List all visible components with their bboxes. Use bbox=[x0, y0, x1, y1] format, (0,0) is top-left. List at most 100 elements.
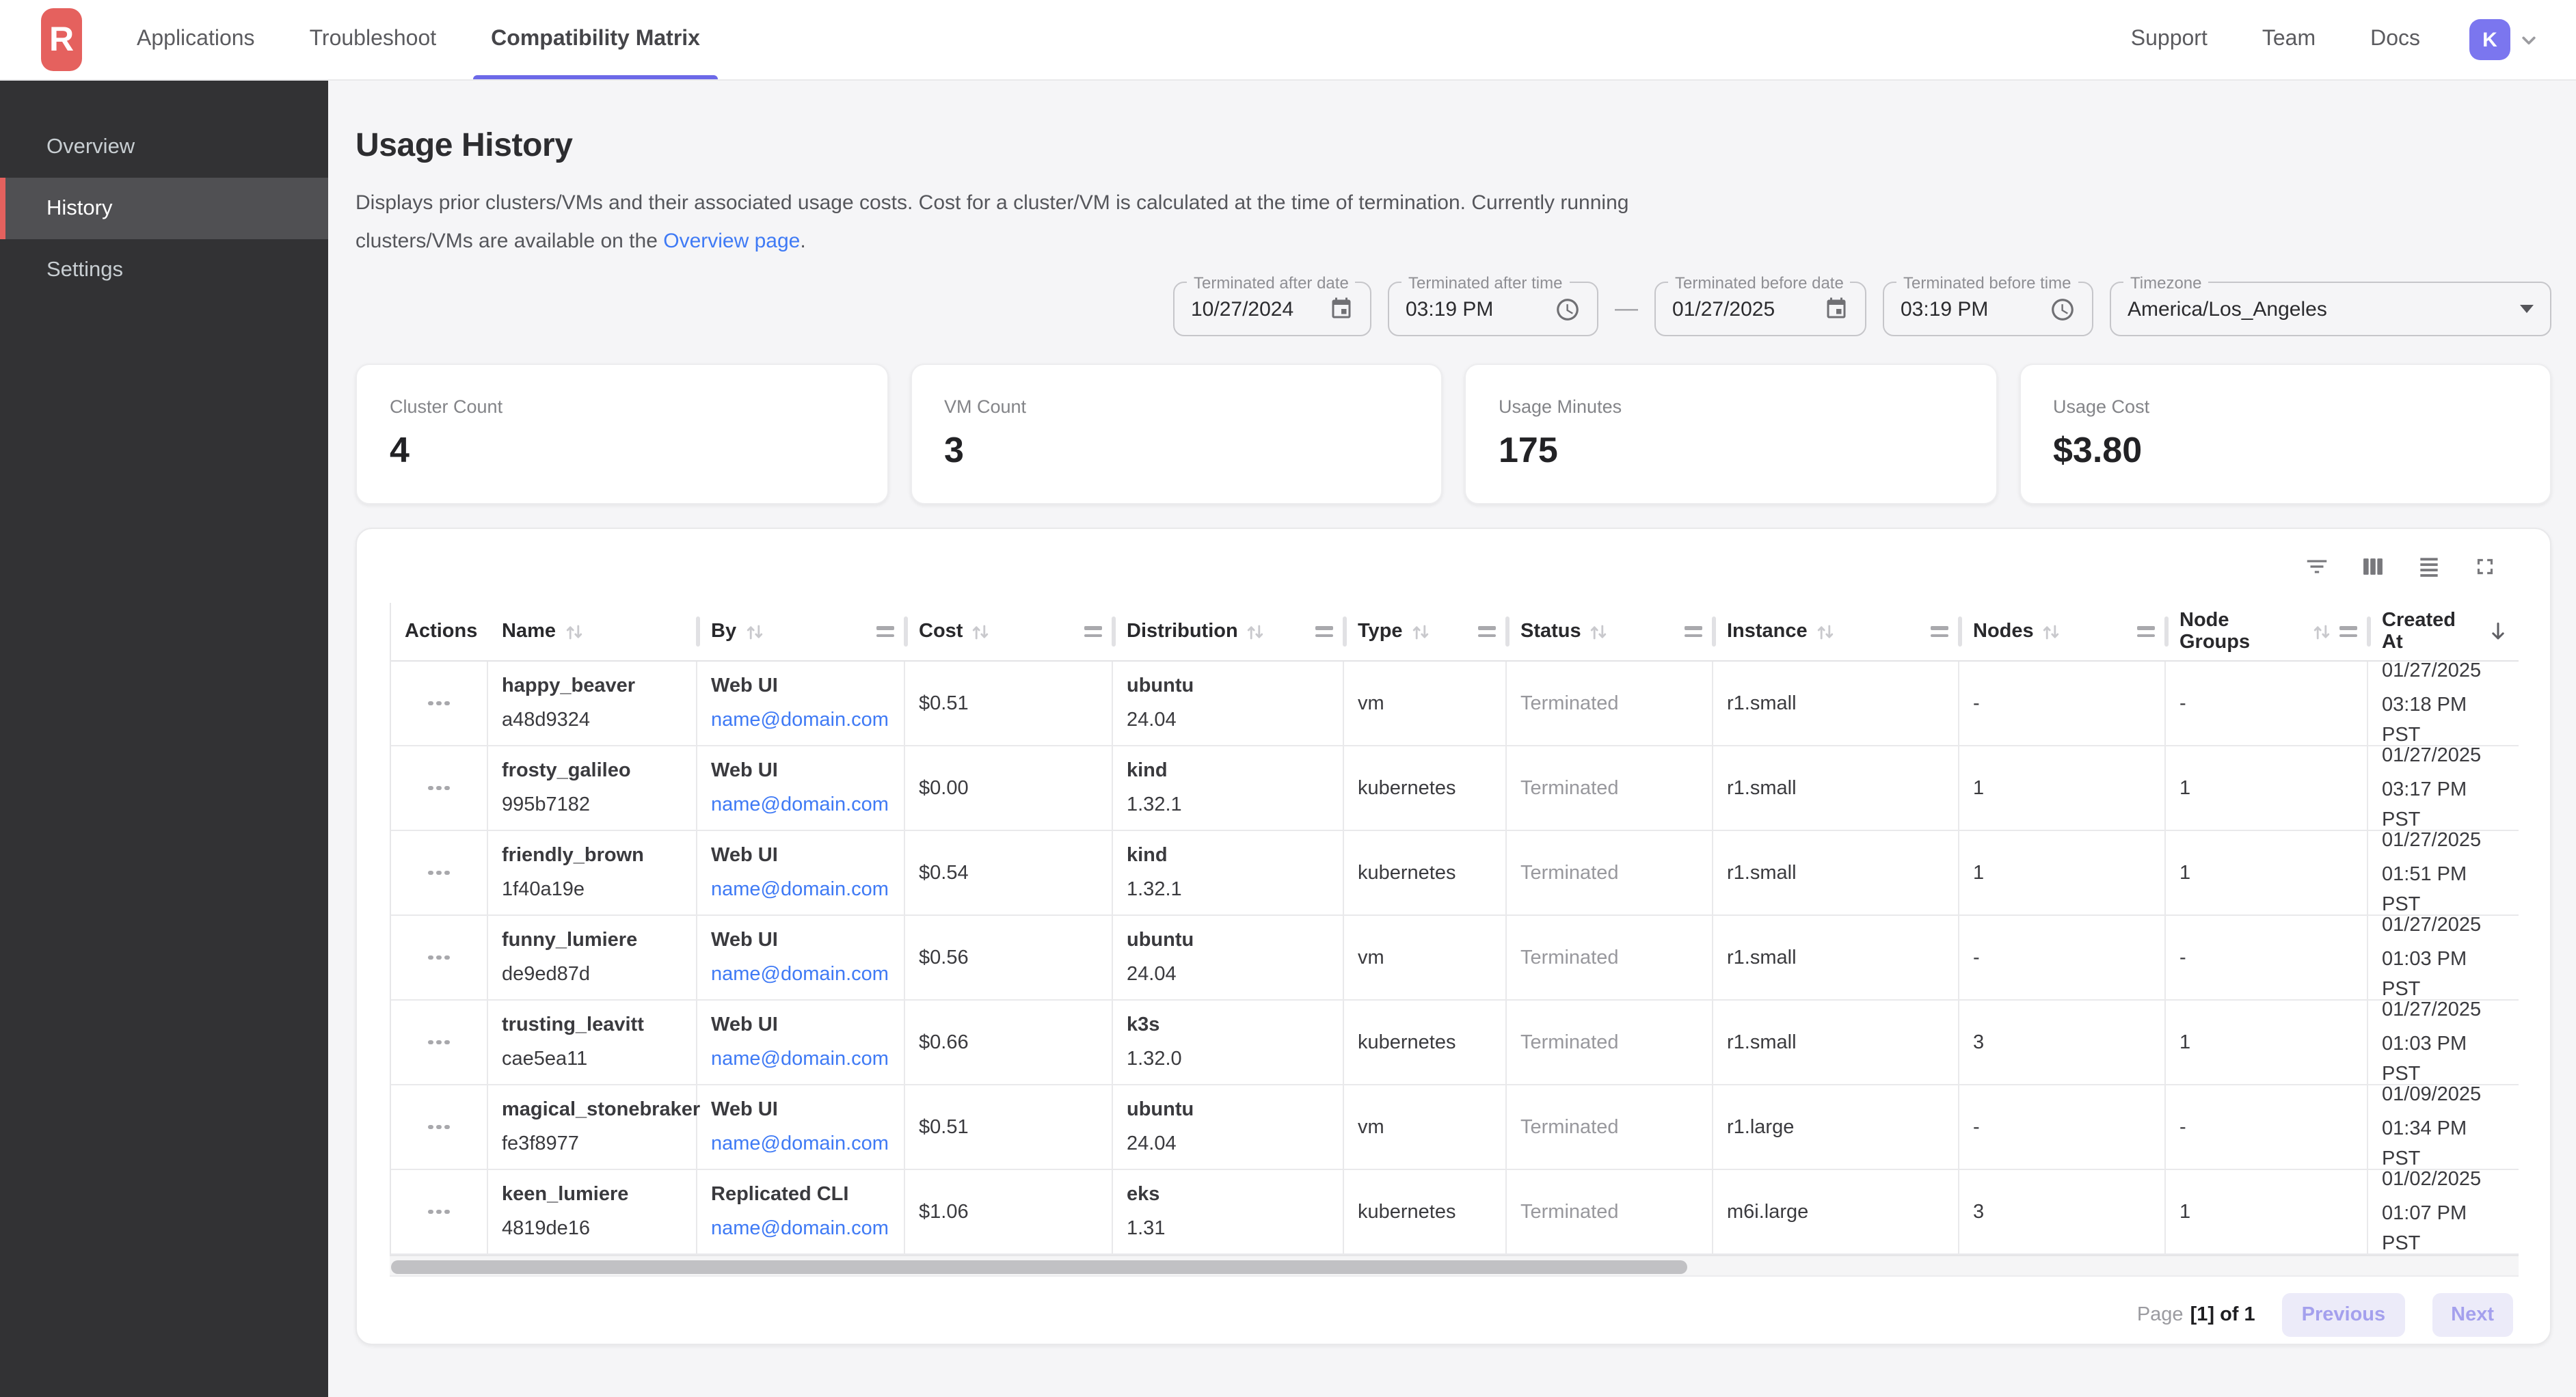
column-menu-icon[interactable] bbox=[2339, 626, 2357, 637]
created-by-email-link[interactable]: name@domain.com bbox=[711, 705, 893, 735]
column-header-nodes[interactable]: Nodes bbox=[1959, 603, 2166, 660]
cell-distribution: ubuntu24.04 bbox=[1113, 662, 1344, 745]
cell-status: Terminated bbox=[1507, 831, 1713, 914]
cell-by: Web UIname@domain.com bbox=[697, 1001, 905, 1084]
dropdown-arrow-icon bbox=[2520, 305, 2534, 313]
created-by-email-link[interactable]: name@domain.com bbox=[711, 1214, 893, 1244]
cluster-name: keen_lumiere bbox=[502, 1180, 685, 1210]
cell-by: Web UIname@domain.com bbox=[697, 746, 905, 830]
column-menu-icon[interactable] bbox=[1685, 626, 1702, 637]
nav-item-team[interactable]: Team bbox=[2262, 27, 2316, 52]
column-header-cost[interactable]: Cost bbox=[905, 603, 1113, 660]
scrollbar-thumb[interactable] bbox=[391, 1260, 1687, 1273]
column-header-distribution[interactable]: Distribution bbox=[1113, 603, 1344, 660]
column-menu-icon[interactable] bbox=[1478, 626, 1496, 637]
nav-item-docs[interactable]: Docs bbox=[2370, 27, 2420, 52]
created-by-email-link[interactable]: name@domain.com bbox=[711, 1044, 893, 1074]
table-row: friendly_brown1f40a19eWeb UIname@domain.… bbox=[391, 831, 2519, 916]
row-actions-button[interactable] bbox=[420, 1117, 458, 1138]
terminated-after-time-field[interactable]: Terminated after time 03:19 PM bbox=[1388, 282, 1598, 336]
row-actions-button[interactable] bbox=[420, 863, 458, 884]
created-by-source: Web UI bbox=[711, 925, 893, 955]
column-menu-icon[interactable] bbox=[876, 626, 894, 637]
sidebar-item-settings[interactable]: Settings bbox=[0, 239, 328, 301]
row-actions-button[interactable] bbox=[420, 693, 458, 714]
nodes-value: - bbox=[1973, 1112, 2154, 1142]
avatar[interactable]: K bbox=[2469, 19, 2510, 60]
column-header-name[interactable]: Name bbox=[488, 603, 697, 660]
terminated-after-date-value: 10/27/2024 bbox=[1191, 297, 1329, 321]
node-groups-value: 1 bbox=[2179, 773, 2356, 803]
nav-item-troubleshoot[interactable]: Troubleshoot bbox=[310, 0, 437, 79]
filter-icon[interactable] bbox=[2304, 553, 2330, 579]
filter-bar: Terminated after date 10/27/2024 Termina… bbox=[355, 282, 2551, 336]
cell-actions bbox=[391, 662, 488, 745]
status-value: Terminated bbox=[1520, 1112, 1701, 1142]
row-actions-button[interactable] bbox=[420, 778, 458, 799]
clock-icon[interactable] bbox=[2050, 296, 2076, 322]
column-menu-icon[interactable] bbox=[2137, 626, 2155, 637]
horizontal-scrollbar[interactable] bbox=[390, 1255, 2519, 1277]
row-actions-button[interactable] bbox=[420, 1202, 458, 1223]
stat-card-cluster-count: Cluster Count 4 bbox=[355, 364, 888, 504]
next-page-button[interactable]: Next bbox=[2432, 1293, 2513, 1337]
fullscreen-icon[interactable] bbox=[2472, 553, 2498, 579]
clock-icon[interactable] bbox=[1555, 296, 1581, 322]
column-menu-icon[interactable] bbox=[1084, 626, 1102, 637]
cell-instance: r1.small bbox=[1713, 662, 1959, 745]
row-actions-button[interactable] bbox=[420, 1032, 458, 1053]
calendar-icon[interactable] bbox=[1329, 297, 1354, 321]
timezone-select[interactable]: Timezone America/Los_Angeles bbox=[2110, 282, 2551, 336]
sidebar-item-history[interactable]: History bbox=[0, 178, 328, 239]
column-header-created_at[interactable]: Created At bbox=[2368, 603, 2520, 660]
created-by-email-link[interactable]: name@domain.com bbox=[711, 790, 893, 820]
nav-item-compatibility-matrix[interactable]: Compatibility Matrix bbox=[491, 0, 700, 79]
nav-item-support[interactable]: Support bbox=[2131, 27, 2208, 52]
cell-actions bbox=[391, 916, 488, 999]
terminated-before-date-value: 01/27/2025 bbox=[1672, 297, 1824, 321]
type-value: kubernetes bbox=[1358, 858, 1494, 888]
cell-instance: r1.small bbox=[1713, 1001, 1959, 1084]
terminated-before-time-field[interactable]: Terminated before time 03:19 PM bbox=[1883, 282, 2093, 336]
cell-cost: $0.56 bbox=[905, 916, 1113, 999]
column-menu-icon[interactable] bbox=[1315, 626, 1333, 637]
column-header-type[interactable]: Type bbox=[1344, 603, 1507, 660]
created-by-email-link[interactable]: name@domain.com bbox=[711, 1129, 893, 1159]
cost-value: $0.66 bbox=[919, 1027, 1101, 1057]
column-header-instance[interactable]: Instance bbox=[1713, 603, 1959, 660]
column-header-label: Type bbox=[1358, 621, 1403, 642]
created-by-email-link[interactable]: name@domain.com bbox=[711, 960, 893, 990]
terminated-before-date-field[interactable]: Terminated before date 01/27/2025 bbox=[1654, 282, 1866, 336]
density-icon[interactable] bbox=[2416, 553, 2442, 579]
cluster-id: fe3f8977 bbox=[502, 1129, 685, 1159]
column-header-by[interactable]: By bbox=[697, 603, 905, 660]
row-actions-button[interactable] bbox=[420, 947, 458, 968]
column-header-node_groups[interactable]: Node Groups bbox=[2166, 603, 2368, 660]
account-menu[interactable]: K bbox=[2472, 19, 2540, 60]
cluster-name: magical_stonebraker bbox=[502, 1095, 685, 1125]
created-date: 01/27/2025 bbox=[2382, 656, 2509, 686]
cell-nodes: 1 bbox=[1959, 746, 2166, 830]
replicated-logo[interactable]: R bbox=[41, 8, 82, 71]
nodes-value: 3 bbox=[1973, 1027, 2154, 1057]
cell-cost: $0.00 bbox=[905, 746, 1113, 830]
columns-icon[interactable] bbox=[2360, 553, 2386, 579]
nav-item-applications[interactable]: Applications bbox=[137, 0, 255, 79]
cluster-id: cae5ea11 bbox=[502, 1044, 685, 1074]
previous-page-button[interactable]: Previous bbox=[2283, 1293, 2405, 1337]
cell-node_groups: 1 bbox=[2166, 1001, 2368, 1084]
type-value: kubernetes bbox=[1358, 1197, 1494, 1227]
terminated-after-date-label: Terminated after date bbox=[1187, 273, 1356, 293]
cell-actions bbox=[391, 1085, 488, 1169]
column-header-label: Nodes bbox=[1973, 621, 2034, 642]
sidebar-item-overview[interactable]: Overview bbox=[0, 116, 328, 178]
cell-type: vm bbox=[1344, 1085, 1507, 1169]
calendar-icon[interactable] bbox=[1824, 297, 1849, 321]
created-by-source: Replicated CLI bbox=[711, 1180, 893, 1210]
overview-page-link[interactable]: Overview page bbox=[663, 230, 800, 253]
terminated-after-date-field[interactable]: Terminated after date 10/27/2024 bbox=[1173, 282, 1371, 336]
column-menu-icon[interactable] bbox=[1931, 626, 1948, 637]
column-header-status[interactable]: Status bbox=[1507, 603, 1713, 660]
created-by-email-link[interactable]: name@domain.com bbox=[711, 875, 893, 905]
created-date: 01/27/2025 bbox=[2382, 995, 2509, 1025]
